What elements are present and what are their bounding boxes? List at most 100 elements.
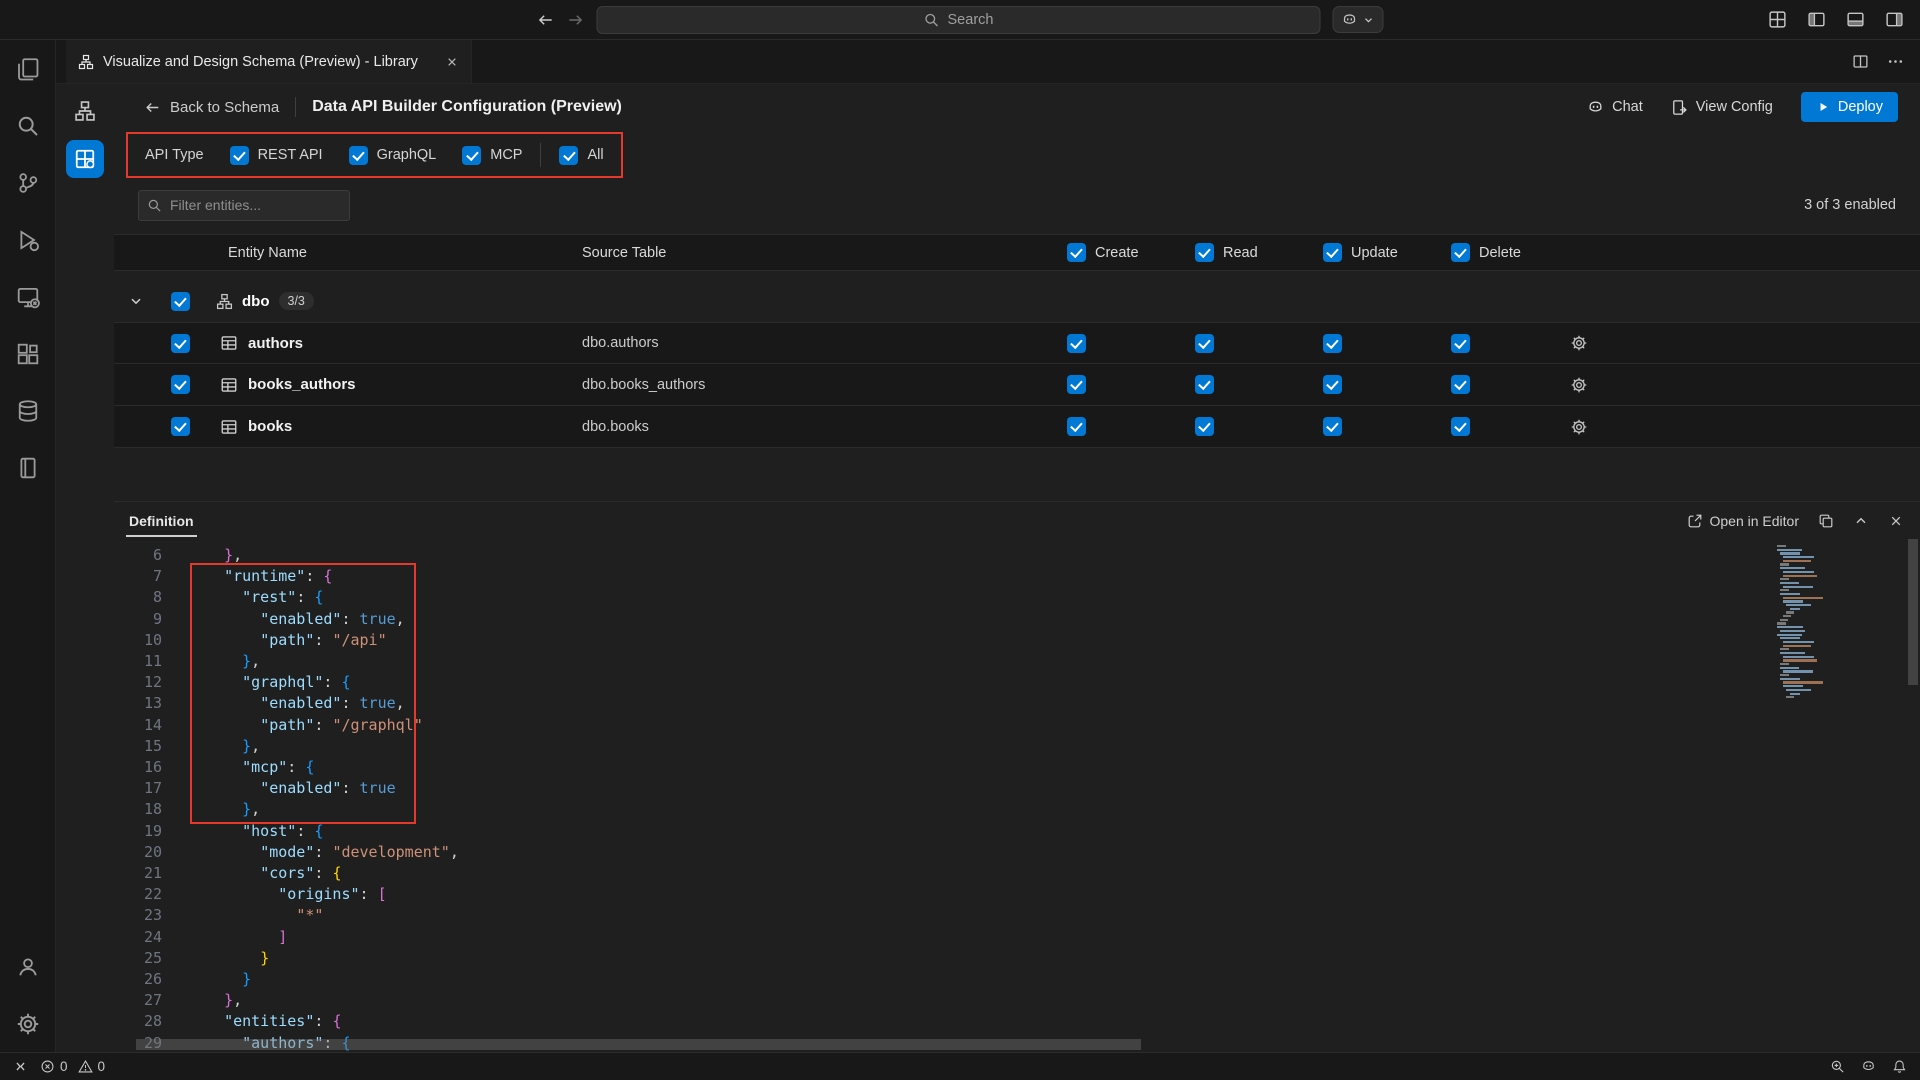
code-line[interactable]: 28 "entities": {	[114, 1011, 1920, 1032]
mcp-option[interactable]: MCP	[462, 146, 522, 165]
back-navigation-button[interactable]	[537, 11, 555, 29]
command-center-search[interactable]: Search	[597, 6, 1321, 34]
filter-entities-input[interactable]	[138, 190, 350, 221]
code-line[interactable]: 15 },	[114, 736, 1920, 757]
code-line[interactable]: 19 "host": {	[114, 821, 1920, 842]
customize-layout-icon[interactable]	[1768, 10, 1787, 29]
rest-api-option[interactable]: REST API	[230, 146, 323, 165]
minimap[interactable]	[1774, 545, 1892, 700]
code-line[interactable]: 24 ]	[114, 927, 1920, 948]
delete-checkbox[interactable]	[1451, 334, 1470, 353]
toggle-sidebar-left-icon[interactable]	[1807, 10, 1826, 29]
graphql-option[interactable]: GraphQL	[349, 146, 437, 165]
delete-checkbox[interactable]	[1451, 375, 1470, 394]
code-line[interactable]: 10 "path": "/api"	[114, 630, 1920, 651]
rest-api-checkbox[interactable]	[230, 146, 249, 165]
update-checkbox[interactable]	[1323, 375, 1342, 394]
horizontal-scrollbar[interactable]	[114, 1039, 1906, 1050]
code-line[interactable]: 26 }	[114, 969, 1920, 990]
entity-row[interactable]: books dbo.books	[114, 406, 1920, 448]
entity-row[interactable]: authors dbo.authors	[114, 322, 1920, 364]
code-line[interactable]: 20 "mode": "development",	[114, 842, 1920, 863]
definition-tab[interactable]: Definition	[126, 505, 197, 537]
group-select-checkbox[interactable]	[171, 292, 190, 311]
create-checkbox[interactable]	[1067, 334, 1086, 353]
row-select-checkbox[interactable]	[171, 334, 190, 353]
vertical-scrollbar[interactable]	[1906, 539, 1920, 1052]
forward-navigation-button[interactable]	[567, 11, 585, 29]
code-line[interactable]: 16 "mcp": {	[114, 757, 1920, 778]
remote-explorer-icon[interactable]	[0, 268, 56, 325]
code-line[interactable]: 14 "path": "/graphql"	[114, 715, 1920, 736]
row-select-checkbox[interactable]	[171, 375, 190, 394]
vertical-scrollbar-thumb[interactable]	[1908, 539, 1918, 685]
toggle-sidebar-right-icon[interactable]	[1885, 10, 1904, 29]
schema-group-row[interactable]: dbo 3/3	[114, 280, 1920, 322]
chat-button[interactable]: Chat	[1587, 99, 1643, 116]
back-to-schema-button[interactable]: Back to Schema	[144, 99, 279, 116]
more-actions-icon[interactable]	[1887, 53, 1904, 70]
tab-close-icon[interactable]	[445, 55, 459, 69]
visualize-schema-icon[interactable]	[66, 92, 104, 130]
create-column-checkbox[interactable]	[1067, 243, 1086, 262]
split-editor-icon[interactable]	[1852, 53, 1869, 70]
create-checkbox[interactable]	[1067, 375, 1086, 394]
code-line[interactable]: 9 "enabled": true,	[114, 609, 1920, 630]
code-line[interactable]: 27 },	[114, 990, 1920, 1011]
code-editor[interactable]: 6 },7 "runtime": {8 "rest": {9 "enabled"…	[114, 539, 1920, 1052]
code-line[interactable]: 21 "cors": {	[114, 863, 1920, 884]
code-line[interactable]: 13 "enabled": true,	[114, 693, 1920, 714]
copilot-status-icon[interactable]	[1861, 1059, 1876, 1074]
code-line[interactable]: 12 "graphql": {	[114, 672, 1920, 693]
data-api-builder-icon[interactable]	[66, 140, 104, 178]
entity-row[interactable]: books_authors dbo.books_authors	[114, 364, 1920, 406]
extensions-icon[interactable]	[0, 325, 56, 382]
delete-checkbox[interactable]	[1451, 417, 1470, 436]
code-line[interactable]: 17 "enabled": true	[114, 778, 1920, 799]
zoom-indicator-icon[interactable]	[1830, 1059, 1845, 1074]
view-config-button[interactable]: View Config	[1671, 99, 1773, 116]
create-checkbox[interactable]	[1067, 417, 1086, 436]
code-line[interactable]: 25 }	[114, 948, 1920, 969]
source-control-icon[interactable]	[0, 154, 56, 211]
all-option[interactable]: All	[559, 146, 603, 165]
read-checkbox[interactable]	[1195, 334, 1214, 353]
mcp-checkbox[interactable]	[462, 146, 481, 165]
graphql-checkbox[interactable]	[349, 146, 368, 165]
run-debug-icon[interactable]	[0, 211, 56, 268]
tab-visualize-design-schema[interactable]: Visualize and Design Schema (Preview) - …	[66, 40, 472, 83]
code-line[interactable]: 11 },	[114, 651, 1920, 672]
chevron-up-icon[interactable]	[1853, 513, 1869, 529]
update-column-checkbox[interactable]	[1323, 243, 1342, 262]
code-line[interactable]: 8 "rest": {	[114, 587, 1920, 608]
delete-column-checkbox[interactable]	[1451, 243, 1470, 262]
explorer-icon[interactable]	[0, 40, 56, 97]
database-icon[interactable]	[0, 382, 56, 439]
horizontal-scrollbar-thumb[interactable]	[136, 1039, 1141, 1050]
copilot-menu-button[interactable]	[1333, 6, 1384, 33]
notifications-bell-icon[interactable]	[1892, 1059, 1907, 1074]
code-line[interactable]: 18 },	[114, 799, 1920, 820]
copy-icon[interactable]	[1818, 513, 1834, 529]
open-in-editor-button[interactable]: Open in Editor	[1687, 513, 1800, 529]
deploy-button[interactable]: Deploy	[1801, 92, 1898, 122]
code-line[interactable]: 7 "runtime": {	[114, 566, 1920, 587]
read-checkbox[interactable]	[1195, 375, 1214, 394]
read-column-checkbox[interactable]	[1195, 243, 1214, 262]
sql-projects-icon[interactable]	[0, 439, 56, 496]
all-checkbox[interactable]	[559, 146, 578, 165]
remote-indicator-icon[interactable]	[13, 1059, 28, 1074]
update-checkbox[interactable]	[1323, 417, 1342, 436]
settings-gear-icon[interactable]	[0, 995, 56, 1052]
problems-indicator[interactable]: 0 0	[40, 1059, 105, 1074]
group-expand-chevron-icon[interactable]	[114, 293, 158, 309]
code-line[interactable]: 6 },	[114, 545, 1920, 566]
close-panel-icon[interactable]	[1888, 513, 1904, 529]
account-icon[interactable]	[0, 938, 56, 995]
code-line[interactable]: 23 "*"	[114, 905, 1920, 926]
search-sidebar-icon[interactable]	[0, 97, 56, 154]
row-select-checkbox[interactable]	[171, 417, 190, 436]
code-line[interactable]: 22 "origins": [	[114, 884, 1920, 905]
toggle-panel-icon[interactable]	[1846, 10, 1865, 29]
update-checkbox[interactable]	[1323, 334, 1342, 353]
